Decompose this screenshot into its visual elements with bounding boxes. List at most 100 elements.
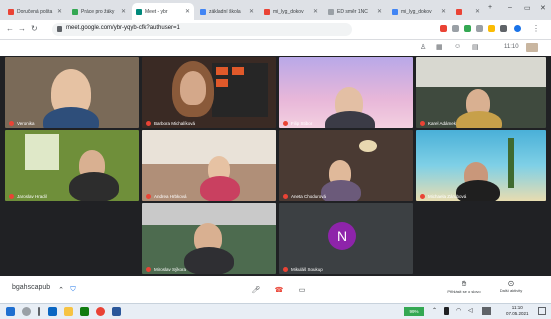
edge-icon[interactable] [48, 307, 57, 316]
tab-favicon-icon [392, 8, 398, 15]
participant-name: Karel Adámek [420, 121, 456, 126]
browser-tab[interactable]: ✕ [452, 3, 484, 20]
back-icon[interactable]: ← [6, 24, 14, 33]
taskbar-clock[interactable]: 11:10 07.05.2021 [506, 305, 529, 317]
close-tab-icon[interactable]: ✕ [185, 8, 190, 15]
browser-tab[interactable]: Doručená pošta ✕ [4, 3, 66, 20]
meeting-clock: 11:10 [504, 44, 519, 50]
meet-favicon-icon [136, 8, 142, 15]
tab-label: Doručená pošta [17, 8, 53, 15]
browser-tab-active[interactable]: Meet - ybr ✕ [132, 3, 194, 20]
muted-mic-icon [283, 267, 288, 272]
tab-label: mi_lyg_dokov [401, 8, 432, 15]
participant-tile[interactable]: Karel Adámek [416, 57, 546, 128]
profile-avatar-icon[interactable] [514, 25, 521, 32]
participant-name: Miroslav Sýkora [146, 267, 186, 272]
muted-mic-icon [420, 194, 425, 199]
participant-name: Andrea Hrbková [146, 194, 187, 199]
close-tab-icon[interactable]: ✕ [313, 8, 318, 15]
task-view-icon[interactable] [38, 307, 40, 316]
new-tab-button[interactable]: + [488, 4, 492, 11]
browser-tab[interactable]: mi_lyg_dokov ✕ [260, 3, 322, 20]
gmail-favicon-icon [8, 8, 14, 15]
close-window-icon[interactable]: ✕ [540, 4, 546, 12]
puzzle-icon[interactable] [500, 25, 507, 32]
participant-tile[interactable]: Veronika [5, 57, 139, 128]
windows-taskbar: 99% ⌃ ◠ ◁ 11:10 07.05.2021 [0, 303, 551, 319]
reload-icon[interactable]: ↻ [31, 24, 38, 33]
url-text[interactable]: meet.google.com/ybr-yqyb-cfk?authuser=1 [66, 25, 180, 31]
participant-tile[interactable]: Filip Stibor [279, 57, 413, 128]
windows-start-icon[interactable] [6, 307, 15, 316]
chat-icon[interactable]: ▤ [472, 43, 479, 51]
browser-tab[interactable]: Práce pro žáky ✕ [68, 3, 130, 20]
people-icon[interactable]: ☺ [454, 43, 461, 50]
meeting-code: bgahscapub [12, 284, 51, 291]
chrome-icon[interactable] [96, 307, 105, 316]
participant-name: Mikuláš Soukup [283, 267, 323, 272]
activities-icon: ⊙ [507, 279, 515, 288]
tab-label: Práce pro žáky [81, 8, 115, 15]
battery-icon[interactable] [444, 307, 449, 315]
participant-tile[interactable]: Barbora Michalíková [142, 57, 276, 128]
classroom-favicon-icon [72, 8, 78, 15]
store-icon[interactable] [80, 307, 89, 316]
browser-tab[interactable]: ED směr 1NC ✕ [324, 3, 386, 20]
shield-icon[interactable]: ⛉ [66, 283, 80, 297]
layout-icon[interactable]: ▦ [436, 43, 443, 51]
browser-tab[interactable]: mi_lyg_dokov ✕ [388, 3, 450, 20]
tab-label: ED směr 1NC [337, 8, 368, 15]
participant-name: Michaela Zárubová [420, 194, 466, 199]
muted-mic-icon [146, 194, 151, 199]
close-tab-icon[interactable]: ✕ [249, 8, 254, 15]
browser-tab[interactable]: základní škola ✕ [196, 3, 258, 20]
participant-name: Veronika [9, 121, 35, 126]
extension-icon[interactable] [464, 25, 471, 32]
participant-tile[interactable]: Andrea Hrbková [142, 130, 276, 201]
leave-call-button[interactable]: ☎︎ [272, 283, 286, 297]
participant-tile[interactable]: Jaroslav Hradil [5, 130, 139, 201]
close-tab-icon[interactable]: ✕ [475, 8, 480, 15]
extension-icon[interactable] [452, 25, 459, 32]
microphone-button[interactable]: 🎤︎ [249, 283, 263, 297]
close-tab-icon[interactable]: ✕ [57, 8, 62, 15]
participant-tile[interactable]: Miroslav Sýkora [142, 203, 276, 274]
tray-chevron-icon[interactable]: ⌃ [432, 307, 437, 314]
wifi-icon[interactable]: ◠ [456, 307, 461, 314]
camera-button[interactable]: ▭ [295, 283, 309, 297]
word-icon[interactable] [112, 307, 121, 316]
omnibox[interactable]: meet.google.com/ybr-yqyb-cfk?authuser=1 [52, 23, 352, 36]
browser-tab-strip: Doručená pošta ✕ Práce pro žáky ✕ Meet -… [0, 0, 551, 20]
minimize-icon[interactable]: – [508, 4, 512, 11]
extension-icon[interactable] [488, 25, 495, 32]
muted-mic-icon [146, 267, 151, 272]
forward-icon[interactable]: → [18, 24, 26, 33]
participants-icon[interactable]: ♙ [420, 43, 426, 51]
volume-icon[interactable]: ◁ [468, 307, 473, 314]
hand-icon: ✋︎ [461, 279, 467, 288]
extension-icon[interactable] [476, 25, 483, 32]
search-icon[interactable] [22, 307, 31, 316]
muted-mic-icon [283, 194, 288, 199]
notification-icon[interactable] [538, 307, 546, 315]
participant-tile[interactable]: Aneta Chodurová [279, 130, 413, 201]
file-explorer-icon[interactable] [64, 307, 73, 316]
tab-label: Meet - ybr [145, 8, 168, 15]
maximize-icon[interactable]: ▭ [524, 4, 531, 12]
muted-mic-icon [9, 121, 14, 126]
raise-hand-button[interactable]: ✋︎ Přihlásit se o slovo [445, 279, 483, 294]
close-tab-icon[interactable]: ✕ [121, 8, 126, 15]
close-tab-icon[interactable]: ✕ [377, 8, 382, 15]
keyboard-icon[interactable] [482, 307, 491, 315]
tab-favicon-icon [200, 8, 206, 15]
participant-name: Barbora Michalíková [146, 121, 195, 126]
activities-button[interactable]: ⊙ Další aktivity [492, 279, 530, 293]
close-tab-icon[interactable]: ✕ [441, 8, 446, 15]
participant-tile[interactable]: Michaela Zárubová [416, 130, 546, 201]
extension-icon[interactable] [440, 25, 447, 32]
tab-favicon-icon [264, 8, 270, 15]
self-view-thumbnail[interactable] [526, 43, 538, 52]
more-menu-icon[interactable]: ⋮ [532, 24, 540, 33]
meet-control-bar: bgahscapub ⌃ ⛉ 🎤︎ ☎︎ ▭ ✋︎ Přihlásit se o… [0, 276, 551, 303]
tab-label: mi_lyg_dokov [273, 8, 304, 15]
